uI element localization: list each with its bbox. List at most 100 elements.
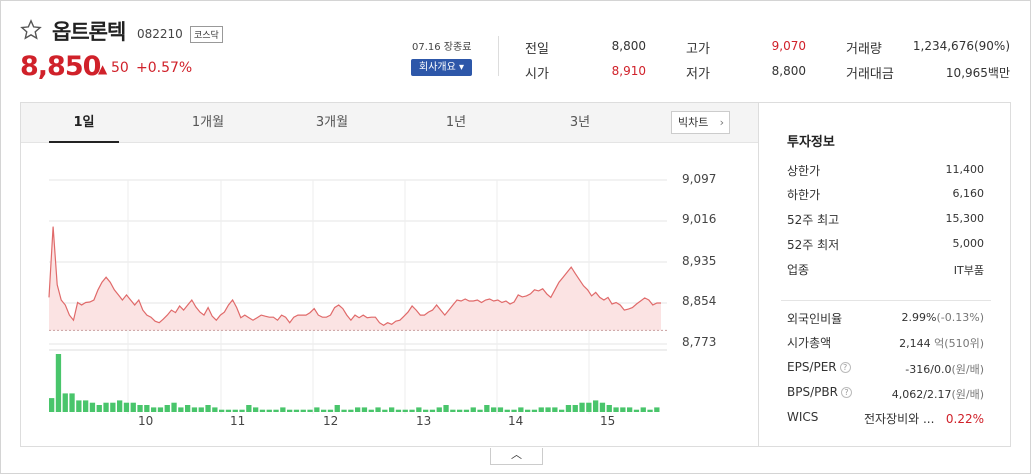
volume-bar [463,409,470,412]
volume-bar [259,409,266,412]
y-tick-label: 9,016 [682,212,717,226]
volume-bar [416,407,422,412]
market-badge: 코스닥 [190,26,223,43]
volume-bar [334,405,340,412]
volume-bar [654,407,660,412]
volume-bar [572,405,578,412]
volume-bar [280,407,286,412]
volume-bar [647,409,653,412]
high-value: 9,070 [771,39,806,53]
volume-bar [123,402,130,412]
low52-value: 5,000 [952,237,985,250]
stock-name: 옵트론텍 [52,20,126,44]
volume-bar [538,407,544,412]
volume-bar [518,407,524,412]
bps-pbr-label: BPS/PBR? [787,385,852,399]
volume-bar [62,393,68,412]
wics-value[interactable]: 전자장비와 ... 0.22% [864,410,984,427]
volume-bar [579,402,585,412]
volume-bar [470,407,476,412]
x-tick-label: 14 [508,414,524,428]
volume-bar [443,405,449,412]
volume-bar [565,405,572,412]
collapse-button[interactable]: ︿ [490,448,543,465]
industry-value[interactable]: IT부품 [954,262,984,278]
volume-bar [273,409,279,412]
volume-label: 거래량 [846,42,882,57]
volume-bar [171,402,177,412]
low-label: 저가 [686,67,710,82]
volume-bar [559,409,565,412]
tab-3year[interactable]: 3년 [545,103,615,143]
volume-bar [341,409,347,412]
volume-value: 1,234,676(90%) [912,39,1010,53]
volume-bar [232,409,238,412]
volume-bar [157,407,164,412]
volume-bar [49,398,55,412]
volume-bar [627,407,633,412]
volume-bar [314,407,320,412]
star-outline-icon[interactable] [20,19,42,41]
volume-bar [525,409,531,412]
high52-value: 15,300 [945,212,985,225]
market-cap-label: 시가총액 [787,336,832,350]
wics-change: 0.22% [945,412,984,426]
volume-bar [144,405,150,412]
info-title: 투자정보 [787,135,835,150]
volume-bar [55,354,62,412]
volume-bar [89,402,96,412]
market-cap-value: 2,144 억(510위) [899,335,984,351]
tab-1month[interactable]: 1개월 [173,103,243,143]
volume-bar [395,409,402,412]
volume-bar [287,409,293,412]
volume-bar [477,409,483,412]
volume-bar [586,402,592,412]
y-tick-label: 8,854 [682,294,717,308]
current-price: 8,850 [20,51,101,82]
volume-bar [185,405,191,412]
volume-bar [375,407,381,412]
volume-bar [266,409,272,412]
volume-bar [327,409,334,412]
volume-bar [348,409,354,412]
volume-bar [491,407,497,412]
volume-bar [429,409,436,412]
volume-bar [504,409,510,412]
foreign-ratio-value: 2.99%(-0.13%) [902,311,984,324]
volume-bar [552,407,558,412]
market-cap-rank: (510위) [944,337,984,350]
volume-bar [633,409,640,412]
tab-1year[interactable]: 1년 [421,103,491,143]
change-percent: +0.57% [136,60,193,76]
volume-bar [103,402,109,412]
divider [498,36,499,76]
stock-code: 082210 [137,27,183,41]
wics-sector[interactable]: 전자장비와 ... [864,412,934,426]
info-divider [781,300,991,301]
volume-bar [606,405,612,412]
x-tick-label: 13 [416,414,432,428]
volume-bar [198,407,204,412]
volume-bar [497,407,504,412]
volume-bar [545,407,551,412]
volume-bar [511,409,517,412]
high52-label: 52주 최고 [787,213,840,227]
help-icon[interactable]: ? [839,362,851,373]
volume-bar [219,409,225,412]
volume-bar [307,409,313,412]
low-value: 8,800 [771,64,806,78]
volume-bar [599,402,606,412]
volume-bar [76,400,82,412]
market-cap-number: 2,144 [899,337,931,350]
close-time: 07.16 장종료 [412,42,472,53]
volume-bar [389,407,395,412]
tab-3month[interactable]: 3개월 [297,103,367,143]
eps-per-number: -316/0.0 [905,363,952,376]
company-overview-button[interactable]: 회사개요 ▾ [411,59,472,76]
eps-per-unit: (원/배) [951,363,984,376]
volume-bar [436,407,442,412]
tab-1day[interactable]: 1일 [49,103,119,143]
volume-bar [531,409,538,412]
help-icon[interactable]: ? [840,387,852,398]
big-chart-button[interactable]: 빅차트 › [671,111,730,134]
